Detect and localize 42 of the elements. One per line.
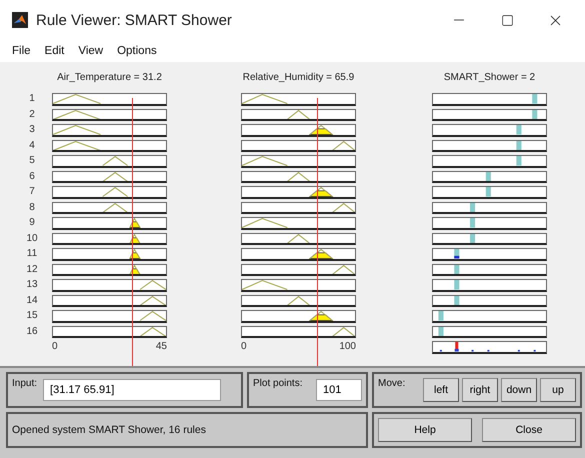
axis-label: 0 <box>52 341 58 352</box>
rule-number: 3 <box>28 124 36 136</box>
input-label: Input: <box>12 378 38 389</box>
move-label: Move: <box>378 378 406 389</box>
rule-number: 1 <box>28 93 36 106</box>
rule-number: 4 <box>28 140 36 152</box>
rule-number: 12 <box>25 264 39 276</box>
move-button[interactable]: right <box>462 378 498 402</box>
rule-number: 7 <box>28 186 36 198</box>
rule-number: 5 <box>28 155 36 168</box>
rule-number: 10 <box>25 232 39 245</box>
axis-label: 100 <box>339 341 356 352</box>
move-button[interactable]: down <box>501 378 537 402</box>
rule-number: 11 <box>26 248 38 260</box>
close-dialog-button[interactable]: Close <box>482 418 576 442</box>
status-message: Opened system SMART Shower, 16 rules <box>12 424 206 436</box>
move-button[interactable]: left <box>423 378 459 402</box>
app-logo-icon <box>12 12 28 28</box>
maximize-icon[interactable] <box>500 14 514 26</box>
rule-number: 9 <box>28 217 36 230</box>
axis-label: 45 <box>156 341 167 352</box>
help-button[interactable]: Help <box>378 418 472 442</box>
plot-points-label: Plot points: <box>253 378 302 389</box>
input-variable-label: Relative_Humidity = 65.9 <box>242 71 354 85</box>
move-button[interactable]: up <box>540 378 576 402</box>
menu-item[interactable]: Options <box>117 45 157 57</box>
menu-item[interactable]: View <box>78 45 104 57</box>
input-variable-label: Air_Temperature = 31.2 <box>57 71 162 85</box>
rule-number: 2 <box>28 108 36 121</box>
axis-label: 0 <box>241 341 247 352</box>
window-title: Rule Viewer: SMART Shower <box>36 12 233 28</box>
plot-points-field[interactable]: 101 <box>316 379 362 401</box>
rule-number: 15 <box>25 310 39 322</box>
rule-number: 8 <box>28 202 36 214</box>
rule-number: 6 <box>28 170 36 183</box>
output-variable-label: SMART_Shower = 2 <box>444 71 536 85</box>
rule-number: 13 <box>25 279 39 292</box>
menu-item[interactable]: Edit <box>44 45 64 57</box>
input-field[interactable]: [31.17 65.91] <box>43 379 222 401</box>
menu-item[interactable]: File <box>12 45 31 57</box>
rule-number: 14 <box>25 294 39 307</box>
rule-number: 16 <box>25 326 39 338</box>
